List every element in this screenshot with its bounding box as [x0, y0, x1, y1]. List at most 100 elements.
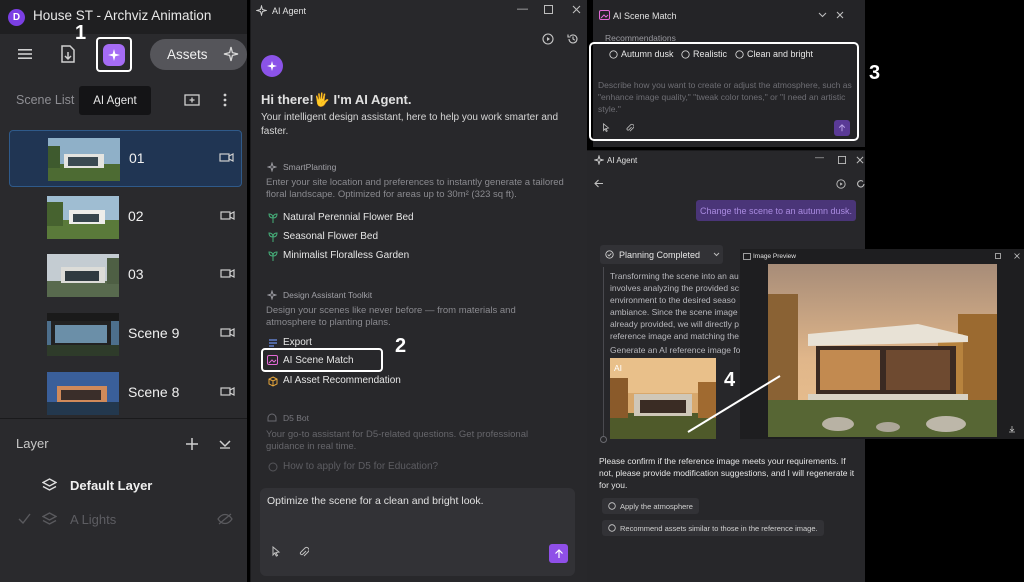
chevron-down-icon	[713, 252, 720, 257]
scene-name: 01	[129, 150, 145, 166]
layers-icon	[42, 478, 57, 492]
recommendation-chip[interactable]: Clean and bright	[735, 49, 813, 59]
maximize-button[interactable]	[544, 5, 553, 14]
scene-item-01[interactable]: 01	[9, 130, 242, 187]
new-chat-icon[interactable]	[836, 179, 846, 189]
scene-name: 03	[128, 266, 144, 282]
chevron-down-icon[interactable]	[818, 12, 827, 18]
scene-thumbnail	[47, 313, 119, 356]
minimize-button[interactable]: —	[815, 152, 824, 162]
check-icon[interactable]	[18, 513, 31, 524]
smartplanting-item[interactable]: Seasonal Flower Bed	[283, 231, 378, 242]
bot-question[interactable]: How to apply for D5 for Education?	[283, 461, 438, 472]
smartplanting-item[interactable]: Minimalist Floralless Garden	[283, 250, 409, 261]
add-layer-icon[interactable]	[185, 437, 199, 451]
bot-icon	[267, 413, 277, 423]
scene-item-02[interactable]: 02	[9, 189, 242, 246]
import-icon[interactable]	[56, 42, 80, 66]
section-description: Design your scenes like never before — f…	[266, 305, 516, 328]
app-title: House ST - Archviz Animation	[33, 8, 212, 23]
scene-thumbnail	[47, 372, 119, 415]
chat-bubble-icon	[681, 49, 690, 59]
section-heading: SmartPlanting	[283, 162, 337, 172]
plant-icon	[268, 232, 278, 243]
add-scene-icon[interactable]	[184, 93, 200, 107]
recommendation-chip[interactable]: Realistic	[681, 49, 727, 59]
user-message: Change the scene to an autumn dusk.	[696, 200, 856, 221]
camera-icon[interactable]	[220, 268, 235, 279]
greeting-subtitle: Your intelligent design assistant, here …	[261, 112, 559, 137]
question-icon	[268, 462, 278, 472]
scene-thumbnail	[47, 196, 119, 239]
scene-item-03[interactable]: 03	[9, 247, 242, 304]
close-button[interactable]	[856, 156, 864, 164]
composer-input[interactable]: Optimize the scene for a clean and brigh…	[267, 495, 484, 507]
history-icon[interactable]	[567, 33, 579, 45]
download-icon[interactable]	[1008, 425, 1016, 433]
toolkit-item-asset-recommendation[interactable]: AI Asset Recommendation	[283, 375, 401, 386]
layer-row-default[interactable]: Default Layer	[70, 478, 152, 493]
send-button[interactable]	[549, 544, 568, 563]
camera-icon[interactable]	[220, 386, 235, 397]
planning-label: Planning Completed	[619, 249, 701, 260]
chat-bubble-icon	[609, 49, 618, 59]
apply-atmosphere-button[interactable]: Apply the atmosphere	[602, 498, 699, 514]
toolkit-item-ai-scene-match[interactable]: AI Scene Match	[283, 355, 354, 366]
scene-item-scene-9[interactable]: Scene 9	[9, 306, 242, 363]
pointer-select-icon[interactable]	[601, 123, 611, 133]
maximize-button[interactable]	[995, 253, 1001, 259]
chat-bubble-icon	[735, 49, 744, 59]
toolkit-item-export[interactable]: Export	[283, 337, 312, 348]
more-options-icon[interactable]	[222, 93, 228, 107]
attachment-icon[interactable]	[625, 123, 634, 133]
ai-agent-button[interactable]	[96, 37, 132, 72]
send-button[interactable]	[834, 120, 850, 136]
callout-number: 2	[395, 335, 407, 357]
close-button[interactable]	[572, 5, 581, 14]
generate-text: Generate an AI reference image fo	[610, 345, 741, 355]
chip-label: Realistic	[693, 49, 728, 59]
agent-icon	[594, 155, 604, 165]
attachment-icon[interactable]	[298, 546, 309, 558]
scene-thumbnail	[48, 138, 120, 181]
assets-sparkle-icon[interactable]	[222, 45, 240, 63]
panel-divider	[0, 418, 247, 419]
assets-label: Assets	[167, 47, 208, 62]
planning-status[interactable]: Planning Completed	[600, 245, 723, 264]
camera-icon[interactable]	[220, 210, 235, 221]
hamburger-menu-icon[interactable]	[13, 42, 37, 66]
plan-text: Transforming the scene into an au involv…	[610, 271, 739, 341]
recommendation-chip[interactable]: Autumn dusk	[609, 49, 674, 59]
apply-label: Apply the atmosphere	[620, 501, 693, 511]
scene-name: Scene 9	[128, 325, 180, 341]
minimize-button[interactable]: —	[517, 3, 528, 15]
history-icon[interactable]	[857, 179, 865, 189]
new-chat-icon[interactable]	[542, 33, 554, 45]
thumbnail-label: AI	[614, 363, 623, 373]
close-button[interactable]	[1014, 253, 1020, 259]
collapse-layer-icon[interactable]	[219, 439, 231, 449]
layer-row-lights[interactable]: A Lights	[70, 512, 116, 527]
chat-bubble-icon	[608, 502, 616, 510]
scene-item-scene-8[interactable]: Scene 8	[9, 365, 242, 422]
layer-label: Layer	[16, 436, 49, 451]
image-icon	[743, 253, 751, 260]
smartplanting-item[interactable]: Natural Perennial Flower Bed	[283, 212, 414, 223]
scene-thumbnail	[47, 254, 119, 297]
recommend-label: Recommend assets similar to those in the…	[620, 523, 818, 533]
recommend-assets-button[interactable]: Recommend assets similar to those in the…	[602, 520, 824, 536]
close-button[interactable]	[836, 11, 844, 19]
scene-name: Scene 8	[128, 384, 180, 400]
visibility-off-icon[interactable]	[217, 513, 233, 525]
camera-icon[interactable]	[220, 327, 235, 338]
section-heading: D5 Bot	[283, 413, 309, 423]
agent-icon	[256, 5, 267, 16]
pointer-select-icon[interactable]	[270, 546, 282, 558]
camera-icon[interactable]	[219, 152, 234, 163]
maximize-button[interactable]	[838, 156, 846, 164]
callout-number: 1	[75, 22, 87, 44]
chat-bubble-icon	[608, 524, 616, 532]
atmosphere-input[interactable]: Describe how you want to create or adjus…	[598, 79, 853, 115]
chip-label: Autumn dusk	[621, 49, 674, 59]
back-arrow-icon[interactable]	[594, 179, 604, 188]
